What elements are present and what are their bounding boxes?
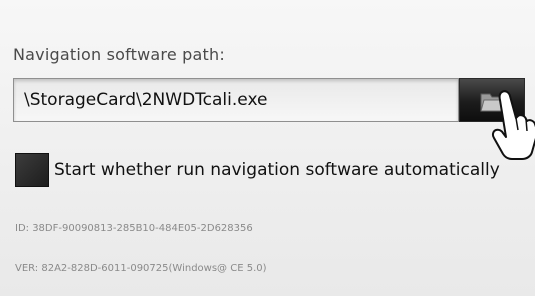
device-id-text: ID: 38DF-90090813-285B10-484E05-2D628356 (15, 223, 253, 234)
settings-screen: Navigation software path: \StorageCard\2… (0, 0, 535, 296)
navigation-path-row: \StorageCard\2NWDTcali.exe (13, 78, 525, 124)
version-text: VER: 82A2-828D-6011-090725(Windows@ CE 5… (15, 263, 267, 274)
autostart-row[interactable]: Start whether run navigation software au… (15, 153, 515, 189)
navigation-path-label: Navigation software path: (13, 45, 225, 64)
navigation-path-field[interactable]: \StorageCard\2NWDTcali.exe (13, 78, 459, 122)
autostart-checkbox[interactable] (15, 153, 49, 187)
navigation-path-value: \StorageCard\2NWDTcali.exe (24, 90, 268, 110)
pointing-hand-icon (491, 90, 535, 160)
autostart-label: Start whether run navigation software au… (54, 160, 500, 180)
